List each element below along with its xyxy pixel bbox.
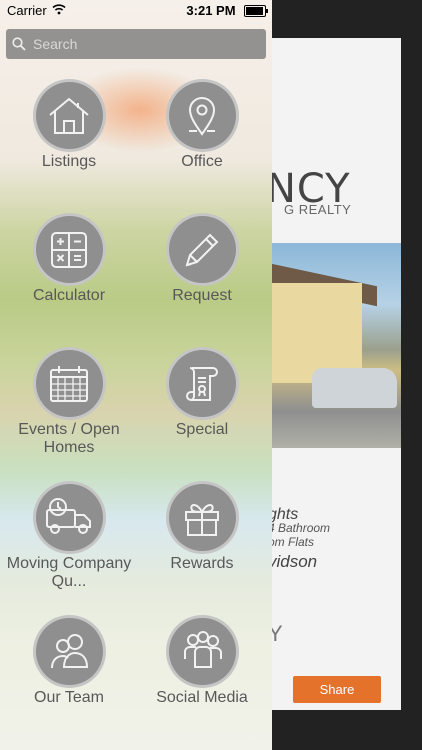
menu-item-label: Office: [181, 153, 223, 170]
pencil-icon: [185, 233, 219, 266]
listing-detail-2: om Flats: [272, 535, 315, 549]
side-menu-drawer: Listings Office Calculator Request: [0, 0, 272, 750]
moving-truck-icon: [46, 497, 91, 534]
certificate-scroll-icon: [186, 366, 218, 401]
listing-footer-logo: Y: [272, 621, 283, 646]
menu-item-calculator[interactable]: Calculator: [4, 213, 134, 305]
share-button[interactable]: Share: [293, 676, 381, 703]
menu-item-rewards[interactable]: Rewards: [137, 481, 267, 573]
home-icon: [49, 97, 89, 134]
menu-item-label: Rewards: [170, 555, 234, 572]
menu-item-special[interactable]: Special: [137, 347, 267, 439]
status-time: 3:21 PM: [186, 3, 236, 18]
menu-item-listings[interactable]: Listings: [4, 79, 134, 171]
menu-item-label: Social Media: [156, 689, 248, 706]
location-pin-icon: [188, 96, 216, 136]
gift-icon: [185, 503, 219, 536]
listing-card: NCY G REALTY ghts 4 Bathroom om Flats vi…: [272, 38, 401, 710]
search-icon: [12, 37, 26, 51]
menu-item-label: Calculator: [32, 287, 106, 304]
menu-item-our-team[interactable]: Our Team: [4, 615, 134, 707]
menu-item-request[interactable]: Request: [137, 213, 267, 305]
menu-item-label: Events / Open Homes: [18, 421, 120, 456]
menu-item-label: Special: [175, 421, 229, 438]
menu-item-label: Request: [172, 287, 232, 304]
battery-icon: [244, 5, 268, 17]
listing-detail-1: 4 Bathroom: [272, 521, 331, 535]
menu-item-label: Moving Company Qu...: [6, 555, 132, 590]
menu-item-moving-company[interactable]: Moving Company Qu...: [4, 481, 134, 591]
search-bar[interactable]: [6, 29, 266, 59]
listing-agent: vidson: [272, 552, 318, 571]
team-icon: [51, 633, 89, 668]
calculator-icon: [51, 231, 87, 268]
calendar-icon: [50, 365, 88, 402]
menu-item-social-media[interactable]: Social Media: [137, 615, 267, 707]
agency-logo-subtext: G REALTY: [284, 202, 352, 217]
menu-item-events-open-homes[interactable]: Events / Open Homes: [4, 347, 134, 457]
menu-item-label: Listings: [41, 153, 97, 170]
menu-item-label: Our Team: [34, 689, 104, 706]
social-people-icon: [184, 630, 222, 668]
search-input[interactable]: [31, 35, 255, 53]
menu-item-office[interactable]: Office: [137, 79, 267, 171]
photo-car: [312, 368, 397, 408]
status-bar: Carrier 3:21 PM: [0, 0, 422, 22]
